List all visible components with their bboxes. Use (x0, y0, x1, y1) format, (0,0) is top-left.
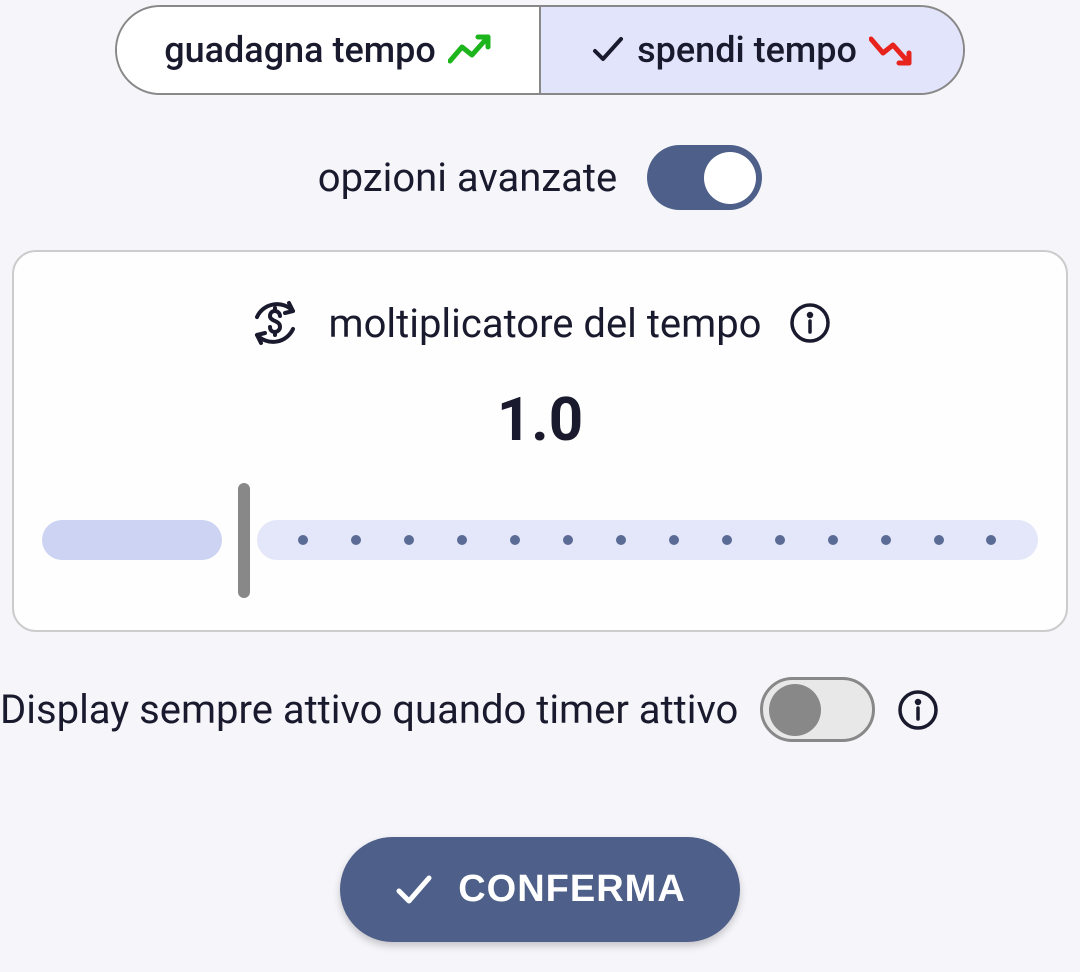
slider-tick (828, 535, 838, 545)
check-icon (394, 870, 434, 910)
confirm-button[interactable]: CONFERMA (340, 837, 740, 942)
slider-track-remaining (257, 520, 1038, 560)
multiplier-value: 1.0 (42, 384, 1038, 455)
confirm-label: CONFERMA (458, 868, 686, 911)
trend-up-icon (448, 33, 492, 67)
info-icon[interactable] (897, 689, 939, 731)
slider-tick (404, 535, 414, 545)
slider-tick (563, 535, 573, 545)
slider-tick (351, 535, 361, 545)
slider-track-filled (42, 520, 222, 560)
toggle-knob (704, 152, 756, 204)
info-icon[interactable] (789, 302, 831, 344)
slider-tick (881, 535, 891, 545)
multiplier-slider[interactable] (42, 480, 1038, 600)
slider-tick (616, 535, 626, 545)
slider-tick (298, 535, 308, 545)
slider-tick (669, 535, 679, 545)
advanced-options-row: opzioni avanzate (0, 145, 1080, 210)
display-always-row: Display sempre attivo quando timer attiv… (0, 677, 1080, 742)
slider-tick (934, 535, 944, 545)
multiplier-title: moltiplicatore del tempo (329, 300, 762, 347)
spend-time-segment[interactable]: spendi tempo (541, 7, 963, 93)
slider-tick (986, 535, 996, 545)
gain-time-label: guadagna tempo (164, 29, 436, 71)
check-icon (591, 33, 625, 67)
multiplier-card: moltiplicatore del tempo 1.0 (12, 250, 1068, 632)
slider-tick (457, 535, 467, 545)
toggle-knob (769, 684, 821, 736)
trend-down-icon (869, 33, 913, 67)
advanced-options-toggle[interactable] (647, 145, 762, 210)
advanced-options-label: opzioni avanzate (318, 154, 617, 201)
time-mode-segment: guadagna tempo spendi tempo (115, 5, 965, 95)
slider-tick (510, 535, 520, 545)
slider-tick (722, 535, 732, 545)
multiplier-header: moltiplicatore del tempo (42, 297, 1038, 349)
gain-time-segment[interactable]: guadagna tempo (117, 7, 541, 93)
slider-handle[interactable] (238, 483, 250, 598)
display-always-label: Display sempre attivo quando timer attiv… (0, 686, 738, 733)
exchange-dollar-icon (249, 297, 301, 349)
spend-time-label: spendi tempo (637, 29, 857, 71)
slider-tick (775, 535, 785, 545)
display-always-toggle[interactable] (760, 677, 875, 742)
